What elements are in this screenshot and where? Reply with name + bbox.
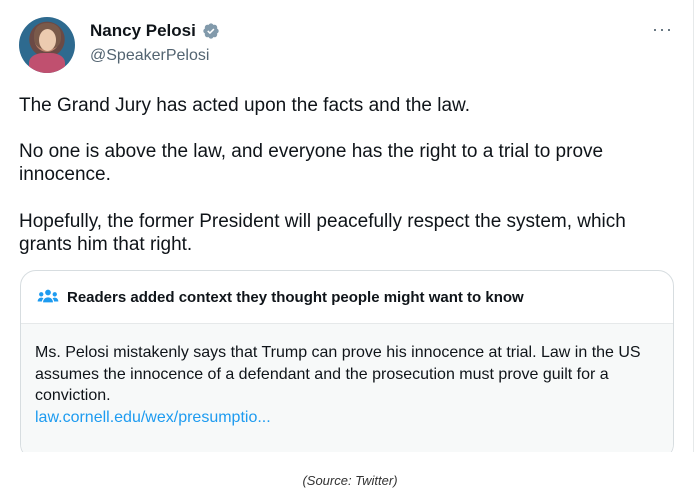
- more-options-icon[interactable]: ···: [652, 20, 673, 38]
- community-note[interactable]: Readers added context they thought peopl…: [20, 270, 674, 460]
- community-note-body: Ms. Pelosi mistakenly says that Trump ca…: [21, 324, 673, 459]
- avatar[interactable]: [19, 17, 75, 73]
- community-note-text: Ms. Pelosi mistakenly says that Trump ca…: [35, 344, 641, 404]
- people-icon: [37, 289, 59, 303]
- tweet-card: Nancy Pelosi @SpeakerPelosi ··· The Gran…: [0, 0, 700, 460]
- source-caption: (Source: Twitter): [302, 473, 398, 488]
- community-note-link[interactable]: law.cornell.edu/wex/presumptio...: [35, 407, 271, 429]
- tweet-paragraph: Hopefully, the former President will pea…: [19, 211, 626, 255]
- author-name[interactable]: Nancy Pelosi: [90, 21, 196, 41]
- author-name-row: Nancy Pelosi: [90, 21, 220, 41]
- tweet-paragraph: The Grand Jury has acted upon the facts …: [19, 95, 470, 116]
- community-note-header: Readers added context they thought peopl…: [21, 271, 673, 324]
- author-handle[interactable]: @SpeakerPelosi: [90, 47, 209, 65]
- tweet-paragraph: No one is above the law, and everyone ha…: [19, 141, 604, 185]
- verified-badge-icon: [203, 23, 219, 39]
- community-note-title: Readers added context they thought peopl…: [67, 288, 524, 306]
- divider: [693, 0, 694, 452]
